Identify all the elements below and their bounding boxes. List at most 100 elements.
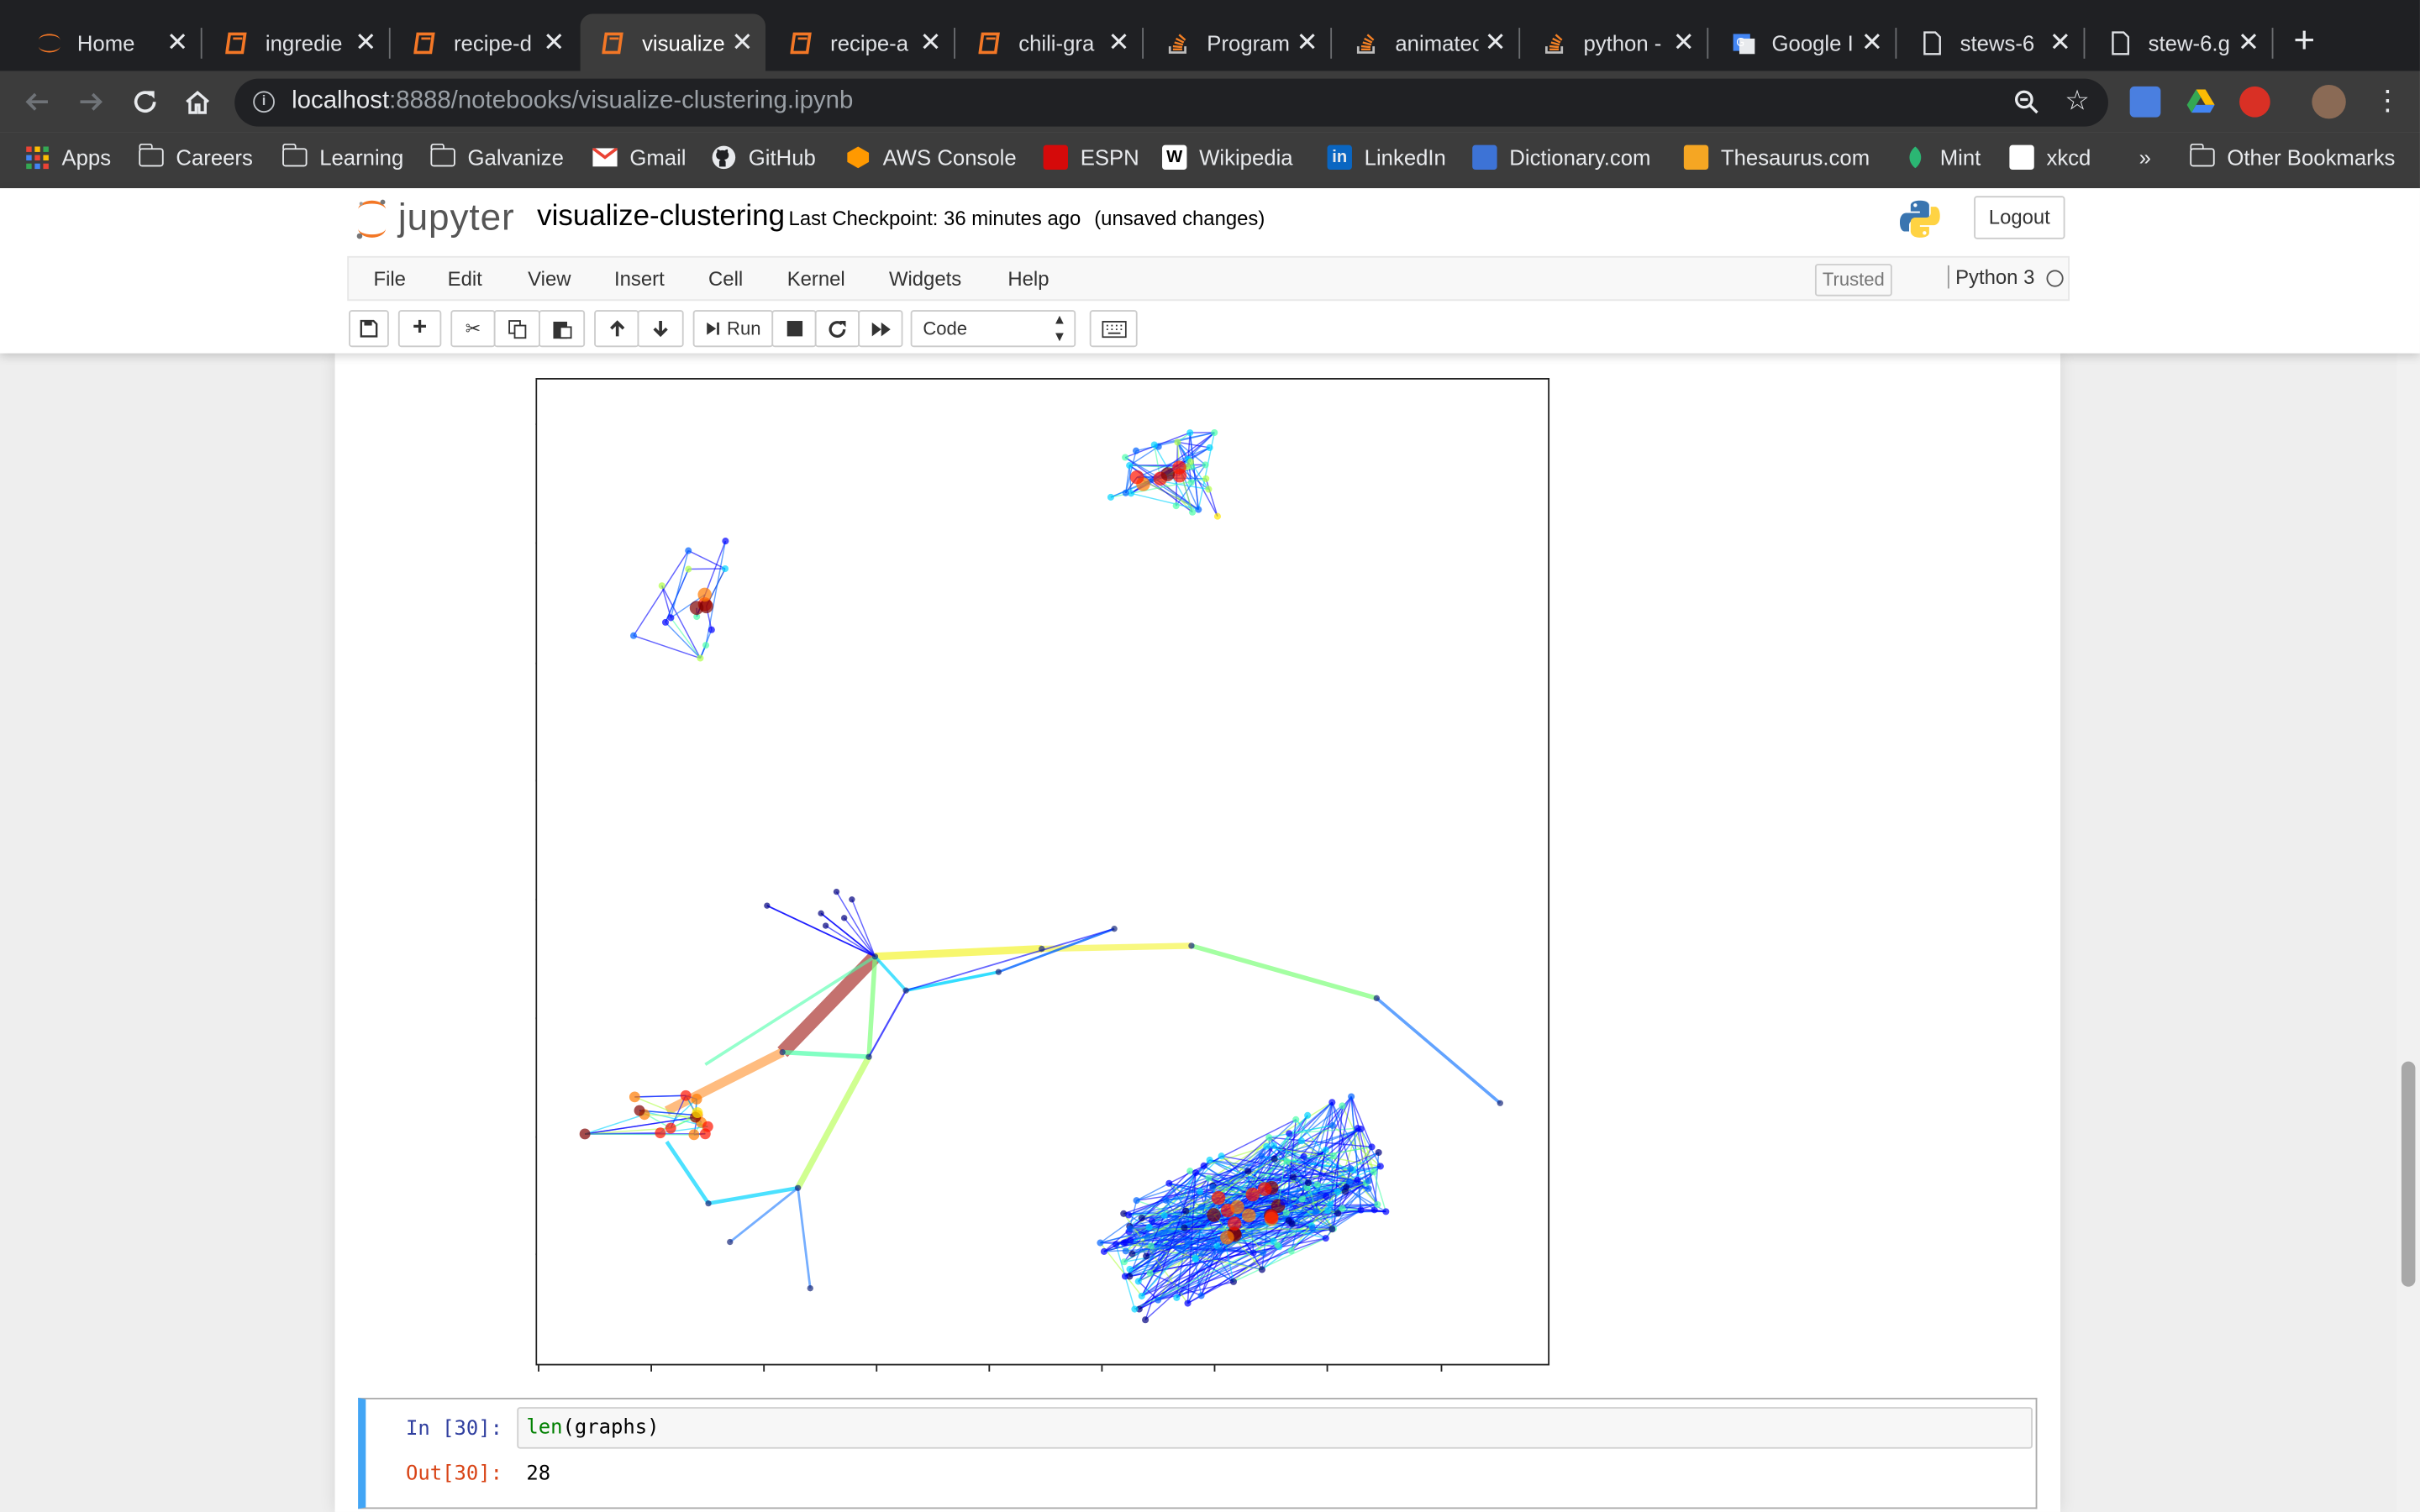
- graph-node: [1205, 486, 1213, 493]
- tab-2[interactable]: recipe-d ✕: [392, 14, 577, 71]
- tab-0[interactable]: Home ✕: [15, 14, 203, 71]
- close-tab-icon[interactable]: ✕: [349, 27, 382, 58]
- other-bookmarks[interactable]: Other Bookmarks: [2189, 143, 2395, 170]
- tab-6[interactable]: Program ✕: [1145, 14, 1333, 71]
- close-tab-icon[interactable]: ✕: [537, 27, 571, 58]
- cut-button[interactable]: ✂: [450, 310, 496, 348]
- tab-10[interactable]: stews-6 ✕: [1898, 14, 2086, 71]
- bookmark-github[interactable]: GitHub: [712, 145, 816, 170]
- back-button[interactable]: [18, 83, 55, 120]
- browser-menu-icon[interactable]: ⋮: [2374, 87, 2402, 114]
- tab-3[interactable]: visualize ✕: [580, 13, 766, 71]
- menu-insert[interactable]: Insert: [614, 267, 665, 291]
- bookmark-careers[interactable]: Careers: [138, 143, 253, 170]
- menu-kernel[interactable]: Kernel: [787, 267, 845, 291]
- logout-button[interactable]: Logout: [1974, 196, 2065, 239]
- close-tab-icon[interactable]: ✕: [1102, 27, 1135, 58]
- zoom-icon[interactable]: [2012, 88, 2040, 123]
- bookmarks-overflow-button[interactable]: »: [2139, 145, 2151, 170]
- close-tab-icon[interactable]: ✕: [1479, 27, 1512, 58]
- code-cell[interactable]: In [30]: len(graphs) Out[30]: 28: [358, 1398, 2038, 1509]
- graph-node: [1207, 1208, 1221, 1222]
- command-palette-button[interactable]: [1089, 310, 1138, 348]
- home-button[interactable]: [179, 83, 216, 120]
- bookmark-xkcd[interactable]: xkcd: [2009, 144, 2091, 171]
- tab-title: stews-6: [1960, 29, 2035, 55]
- menu-edit[interactable]: Edit: [448, 267, 482, 291]
- bookmark-espn[interactable]: ESPN: [1043, 144, 1139, 171]
- address-bar[interactable]: i localhost:8888/notebooks/visualize-clu…: [234, 78, 2108, 127]
- graph-node: [1376, 1163, 1384, 1170]
- bookmark-thesaurus-com[interactable]: Thesaurus.com: [1683, 144, 1870, 171]
- paste-button[interactable]: [539, 310, 586, 348]
- url-text[interactable]: localhost:8888/notebooks/visualize-clust…: [292, 88, 853, 116]
- graph-node: [1129, 470, 1144, 485]
- kernel-name[interactable]: Python 3: [1947, 265, 2034, 289]
- save-button[interactable]: [349, 310, 389, 348]
- graph-edge: [670, 617, 701, 659]
- bookmark-star-icon[interactable]: ☆: [2065, 85, 2090, 118]
- trusted-indicator[interactable]: Trusted: [1814, 264, 1892, 297]
- copy-button[interactable]: [493, 310, 540, 348]
- notebook-name[interactable]: visualize-clustering: [537, 201, 785, 234]
- bookmark-learning[interactable]: Learning: [281, 143, 403, 170]
- code-editor[interactable]: len(graphs): [517, 1407, 2033, 1449]
- site-info-icon[interactable]: i: [253, 91, 275, 113]
- graph-node: [1181, 1224, 1188, 1231]
- google-translate-extension-icon[interactable]: [2129, 86, 2161, 118]
- bookmark-apps[interactable]: Apps: [24, 145, 111, 170]
- graph-node: [1138, 1292, 1145, 1299]
- new-tab-button[interactable]: +: [2293, 23, 2315, 60]
- scrollbar-thumb[interactable]: [2401, 1061, 2416, 1287]
- tab-5[interactable]: chili-gra ✕: [957, 14, 1144, 71]
- close-tab-icon[interactable]: ✕: [913, 27, 947, 58]
- tab-11[interactable]: stew-6.g ✕: [2086, 14, 2274, 71]
- move-up-button[interactable]: [594, 310, 639, 348]
- bookmark-mint[interactable]: Mint: [1903, 145, 1981, 170]
- menu-file[interactable]: File: [373, 267, 405, 291]
- tab-1[interactable]: ingredie ✕: [203, 14, 391, 71]
- menu-help[interactable]: Help: [1007, 267, 1049, 291]
- menu-view[interactable]: View: [528, 267, 571, 291]
- cell-type-select[interactable]: Code ▲ ▼: [910, 310, 1076, 348]
- graph-node: [1202, 475, 1210, 482]
- bookmark-gmail[interactable]: Gmail: [592, 145, 687, 170]
- restart-run-all-button[interactable]: [858, 310, 903, 348]
- graph-node: [1257, 1182, 1272, 1196]
- close-tab-icon[interactable]: ✕: [1667, 27, 1701, 58]
- bookmark-aws-console[interactable]: AWS Console: [846, 145, 1017, 170]
- interrupt-button[interactable]: [771, 310, 817, 348]
- close-tab-icon[interactable]: ✕: [160, 27, 194, 58]
- restart-button[interactable]: [814, 310, 860, 348]
- bookmark-wikipedia[interactable]: W Wikipedia: [1162, 144, 1293, 171]
- bookmark-dictionary-com[interactable]: Dictionary.com: [1472, 144, 1650, 171]
- graph-node: [1357, 1206, 1365, 1214]
- forward-button[interactable]: [72, 83, 109, 120]
- tab-7[interactable]: animatec ✕: [1334, 14, 1521, 71]
- bookmark-galvanize[interactable]: Galvanize: [429, 143, 564, 170]
- close-tab-icon[interactable]: ✕: [1290, 27, 1323, 58]
- insert-cell-button[interactable]: +: [397, 310, 442, 348]
- profile-avatar[interactable]: [2312, 85, 2346, 119]
- adblock-extension-icon[interactable]: [2239, 86, 2270, 118]
- folder-icon: [138, 143, 164, 170]
- close-tab-icon[interactable]: ✕: [725, 27, 759, 58]
- graph-node: [1147, 1242, 1155, 1250]
- bookmark-linkedin[interactable]: in LinkedIn: [1327, 144, 1446, 171]
- xkcd-icon: [2009, 144, 2034, 171]
- reload-button[interactable]: [127, 83, 164, 120]
- close-tab-icon[interactable]: ✕: [1855, 27, 1889, 58]
- page-scrollbar[interactable]: [2396, 353, 2420, 1512]
- run-button[interactable]: Run: [692, 310, 774, 348]
- close-tab-icon[interactable]: ✕: [2232, 27, 2265, 58]
- menu-widgets[interactable]: Widgets: [889, 267, 961, 291]
- menu-cell[interactable]: Cell: [708, 267, 743, 291]
- google-drive-extension-icon[interactable]: [2186, 87, 2217, 118]
- close-tab-icon[interactable]: ✕: [2044, 27, 2077, 58]
- move-down-button[interactable]: [637, 310, 684, 348]
- graph-node: [1322, 1235, 1329, 1242]
- jupyter-logo[interactable]: jupyter: [355, 197, 514, 240]
- tab-8[interactable]: python - ✕: [1522, 14, 1709, 71]
- tab-4[interactable]: recipe-a ✕: [769, 14, 955, 71]
- tab-9[interactable]: G Google I ✕: [1710, 14, 1897, 71]
